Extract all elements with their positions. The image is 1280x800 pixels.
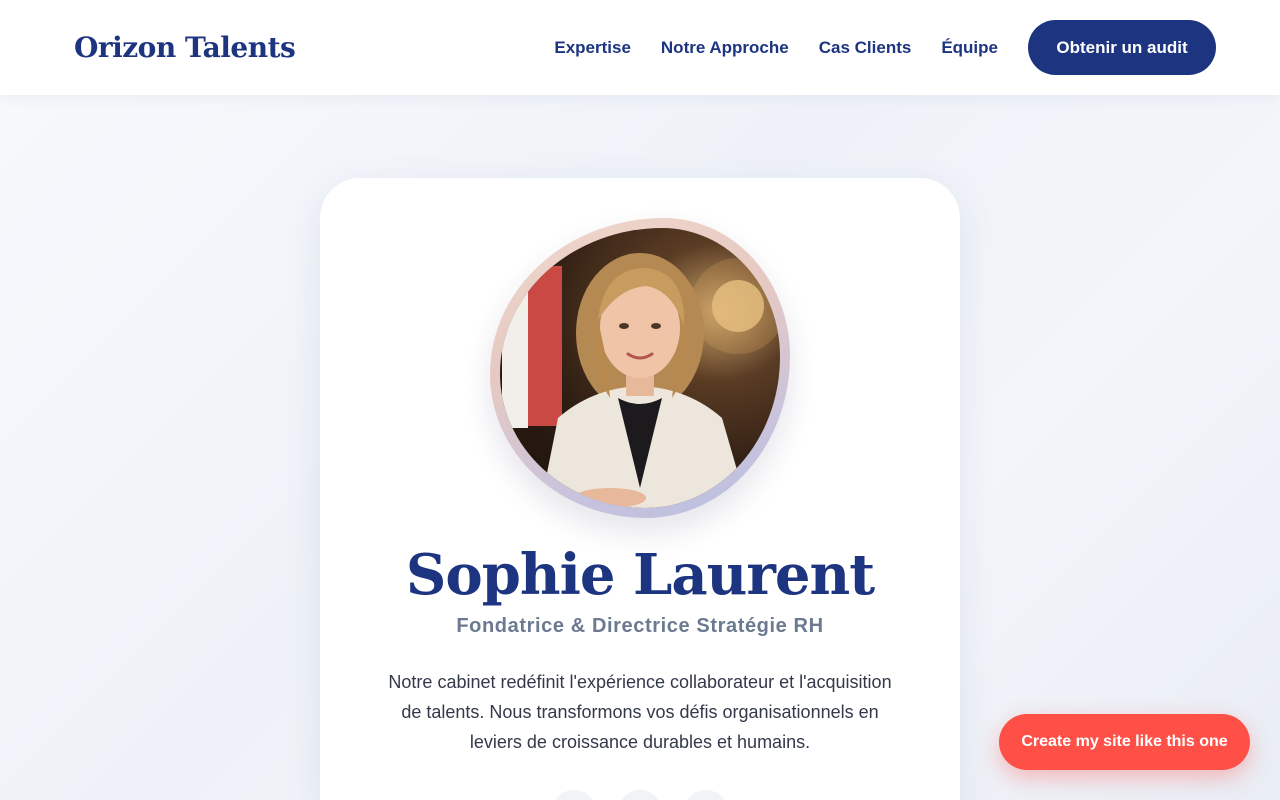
profile-bio: Notre cabinet redéfinit l'expérience col… [388,672,892,752]
nav-link-expertise[interactable]: Expertise [554,38,631,58]
portrait-illustration [502,253,780,508]
profile-card: Sophie Laurent Fondatrice & Directrice S… [320,178,960,800]
audit-cta-button[interactable]: Obtenir un audit [1028,20,1216,75]
portrait-frame [490,218,790,518]
social-link-icon[interactable] [618,790,662,800]
social-link-icon[interactable] [552,790,596,800]
social-links [320,790,960,800]
site-logo[interactable]: Orizon Talents [74,31,296,64]
profile-title: Fondatrice & Directrice Stratégie RH [456,615,824,637]
main-nav: Expertise Notre Approche Cas Clients Équ… [554,20,1216,75]
nav-link-cas-clients[interactable]: Cas Clients [819,38,912,58]
nav-link-notre-approche[interactable]: Notre Approche [661,38,789,58]
profile-name: Sophie Laurent [405,542,875,608]
portrait-photo [500,228,780,508]
top-navbar: Orizon Talents Expertise Notre Approche … [0,0,1280,95]
social-link-icon[interactable] [684,790,728,800]
nav-link-equipe[interactable]: Équipe [941,38,998,58]
create-site-button[interactable]: Create my site like this one [999,714,1250,770]
